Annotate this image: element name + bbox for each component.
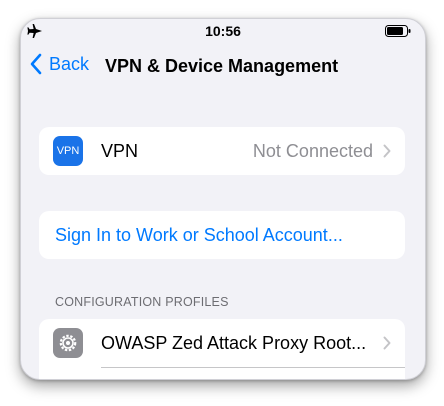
vpn-icon: VPN — [53, 136, 83, 166]
battery-icon — [385, 25, 411, 37]
profile-item[interactable]: OWASP Zed Attack Proxy Root... — [39, 319, 405, 367]
chevron-right-icon — [383, 336, 391, 350]
gear-icon — [53, 328, 83, 358]
row-divider — [101, 367, 405, 368]
chevron-right-icon — [383, 144, 391, 158]
section-header-profiles: CONFIGURATION PROFILES — [55, 295, 229, 309]
vpn-label: VPN — [101, 140, 139, 161]
back-label: Back — [49, 53, 90, 74]
sign-in-account-button[interactable]: Sign In to Work or School Account... — [39, 211, 405, 259]
status-bar: 10:56 — [21, 19, 425, 45]
navigation-bar: Back VPN & Device Management — [21, 49, 425, 85]
chevron-left-icon — [30, 53, 42, 75]
vpn-status: Not Connected — [252, 140, 373, 161]
back-button[interactable]: Back — [29, 53, 89, 75]
vpn-row[interactable]: VPN VPN Not Connected — [39, 127, 405, 175]
account-group: Sign In to Work or School Account... — [39, 211, 405, 259]
settings-screen: 10:56 Back VPN & Device Management VPN V… — [20, 18, 426, 380]
page-title: VPN & Device Management — [105, 56, 339, 76]
profiles-group: OWASP Zed Attack Proxy Root... — [39, 319, 405, 379]
profile-label: OWASP Zed Attack Proxy Root... — [101, 332, 367, 353]
vpn-group: VPN VPN Not Connected — [39, 127, 405, 175]
status-time: 10:56 — [205, 23, 241, 39]
sign-in-label: Sign In to Work or School Account... — [55, 224, 343, 245]
